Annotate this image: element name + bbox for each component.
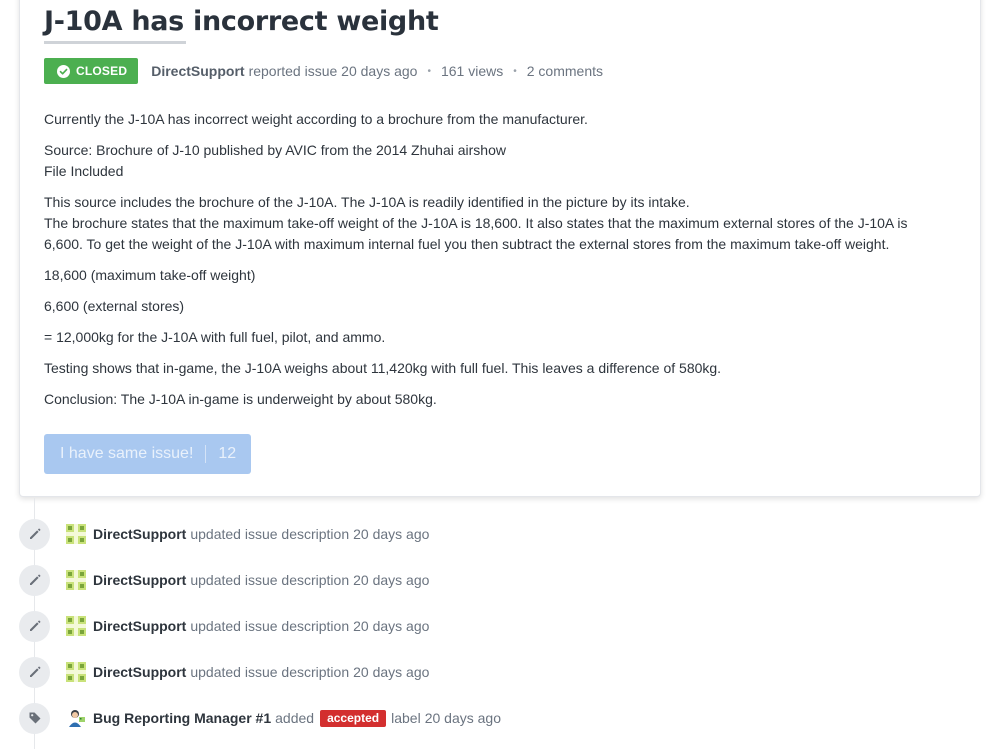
description-paragraph: This source includes the brochure of the… (44, 192, 949, 255)
description-paragraph: 6,600 (external stores) (44, 298, 185, 314)
description-paragraph: Conclusion: The J-10A in-game is underwe… (44, 391, 437, 407)
issue-description: Currently the J-10A has incorrect weight… (44, 109, 949, 420)
description-paragraph: Currently the J-10A has incorrect weight… (44, 111, 588, 127)
event-time: 20 days ago (353, 526, 430, 542)
event-icon-circle (19, 702, 50, 734)
check-circle-icon (57, 64, 70, 78)
description-line: This source includes the brochure of the… (44, 194, 690, 210)
accepted-label-badge[interactable]: accepted (320, 709, 387, 727)
description-line: The brochure states that the maximum tak… (44, 215, 908, 252)
pencil-icon (29, 666, 41, 677)
timeline-event: Bug Reporting Manager #1 added accepted … (19, 702, 501, 734)
event-icon-circle (19, 610, 50, 642)
event-user[interactable]: DirectSupport (93, 618, 186, 634)
event-action: updated issue description (190, 572, 350, 588)
description-paragraph: Testing shows that in-game, the J-10A we… (44, 360, 722, 376)
event-suffix: label (391, 710, 421, 726)
tag-icon (29, 712, 40, 724)
timeline-event: DirectSupport updated issue description … (19, 610, 429, 642)
event-user[interactable]: Bug Reporting Manager #1 (93, 710, 271, 726)
comments-count[interactable]: 2 comments (527, 63, 603, 79)
status-label: CLOSED (76, 64, 128, 78)
user-avatar (66, 524, 86, 544)
timeline-event: DirectSupport updated issue description … (19, 518, 429, 550)
meta-separator: • (513, 65, 517, 77)
event-time: 20 days ago (353, 572, 430, 588)
source-line: Source: Brochure of J-10 published by AV… (44, 142, 506, 158)
timeline-event: DirectSupport updated issue description … (19, 656, 429, 688)
issue-title: J-10A has incorrect weight (44, 6, 439, 37)
description-paragraph: = 12,000kg for the J-10A with full fuel,… (44, 329, 386, 345)
event-action: updated issue description (190, 526, 350, 542)
event-time: 20 days ago (353, 618, 430, 634)
event-action: updated issue description (190, 664, 350, 680)
issue-meta: CLOSED DirectSupport reported issue 20 d… (44, 58, 603, 84)
event-action: updated issue description (190, 618, 350, 634)
same-issue-button[interactable]: I have same issue! 12 (44, 434, 251, 474)
user-avatar (66, 570, 86, 590)
user-avatar (66, 616, 86, 636)
same-issue-label: I have same issue! (60, 445, 194, 462)
pencil-icon (29, 574, 41, 585)
event-user[interactable]: DirectSupport (93, 526, 186, 542)
event-time: 20 days ago (424, 710, 501, 726)
pencil-icon (29, 620, 41, 631)
event-time: 20 days ago (353, 664, 430, 680)
event-user[interactable]: DirectSupport (93, 572, 186, 588)
description-paragraph: Source: Brochure of J-10 published by AV… (44, 140, 949, 182)
event-action: added (275, 710, 315, 726)
event-icon-circle (19, 564, 50, 596)
author-link[interactable]: DirectSupport (151, 63, 244, 79)
user-avatar (66, 662, 86, 682)
event-icon-circle (19, 656, 50, 688)
views-count: 161 views (440, 63, 504, 79)
status-badge: CLOSED (44, 58, 139, 84)
file-included-line: File Included (44, 163, 124, 179)
button-divider (205, 445, 207, 463)
title-underline (44, 41, 186, 44)
event-user[interactable]: DirectSupport (93, 664, 186, 680)
event-icon-circle (19, 518, 50, 550)
manager-avatar (66, 708, 86, 728)
same-issue-count: 12 (218, 445, 237, 462)
pencil-icon (29, 528, 41, 539)
meta-separator: • (427, 65, 431, 77)
description-paragraph: 18,600 (maximum take-off weight) (44, 267, 256, 283)
reported-text: reported issue 20 days ago (248, 63, 418, 79)
timeline-event: DirectSupport updated issue description … (19, 564, 429, 596)
